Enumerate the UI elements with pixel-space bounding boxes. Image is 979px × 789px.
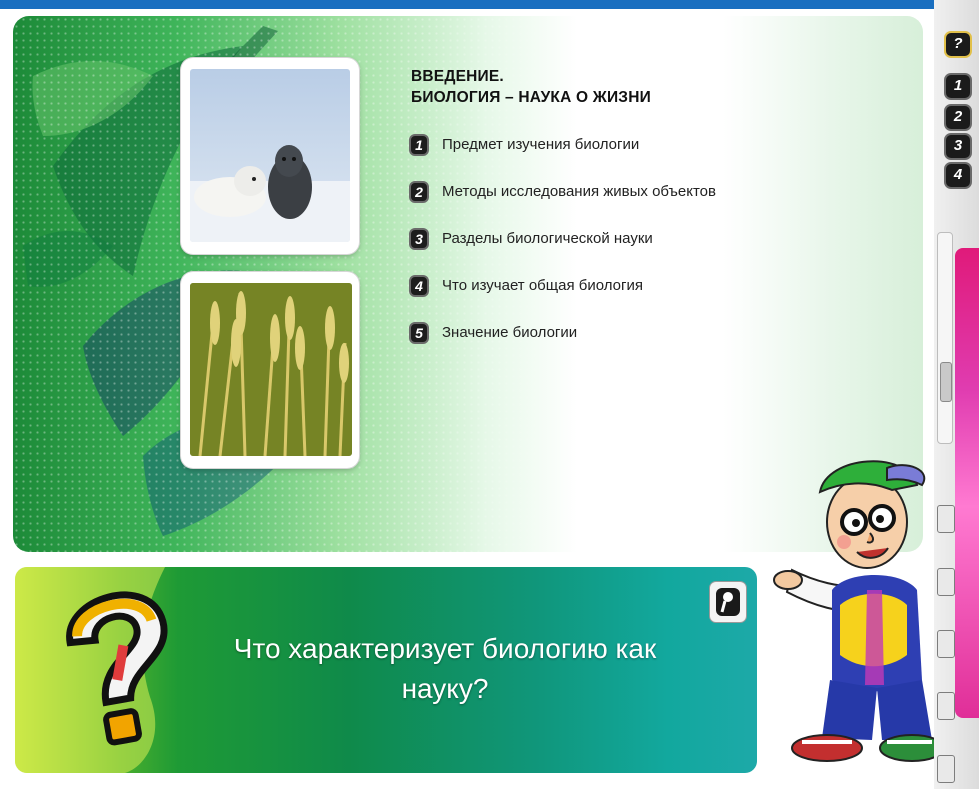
toolbar-button-3[interactable]: 3 [944, 133, 972, 160]
cartoon-professor-mascot [773, 460, 945, 762]
toolbar-button-1[interactable]: 1 [944, 73, 972, 100]
help-button[interactable]: ? [944, 31, 972, 58]
topic-label-5[interactable]: Значение биологии [442, 324, 577, 341]
lesson-title-line-1: ВВЕДЕНИЕ. [411, 68, 504, 85]
topic-number-3-icon[interactable]: 3 [409, 228, 429, 250]
side-nav-button-5[interactable] [937, 755, 955, 783]
topic-label-2[interactable]: Методы исследования живых объектов [442, 183, 716, 200]
top-blue-bar [0, 0, 979, 9]
seal-pups-photo [190, 69, 350, 242]
side-decorative-strip [955, 248, 979, 718]
scrollbar-track[interactable] [937, 232, 953, 444]
topic-label-4[interactable]: Что изучает общая биология [442, 277, 643, 294]
microphone-icon [716, 588, 740, 616]
seal-photo-card [181, 58, 359, 254]
topic-number-2-icon[interactable]: 2 [409, 181, 429, 203]
lesson-title: ВВЕДЕНИЕ. БИОЛОГИЯ – НАУКА О ЖИЗНИ [411, 66, 651, 108]
wheat-field-photo [190, 283, 352, 456]
side-nav-button-3[interactable] [937, 630, 955, 658]
topic-label-3[interactable]: Разделы биологической науки [442, 230, 653, 247]
topic-number-5-icon[interactable]: 5 [409, 322, 429, 344]
question-text: Что характеризует биологию как науку? [233, 633, 657, 704]
topic-number-4-icon[interactable]: 4 [409, 275, 429, 297]
toolbar-button-4[interactable]: 4 [944, 162, 972, 189]
wheat-photo-card [181, 272, 359, 468]
topic-label-1[interactable]: Предмет изучения биологии [442, 136, 639, 153]
scrollbar-thumb[interactable] [940, 362, 952, 402]
lesson-title-line-2: БИОЛОГИЯ – НАУКА О ЖИЗНИ [411, 89, 651, 106]
microphone-button[interactable] [710, 582, 746, 622]
side-nav-button-1[interactable] [937, 505, 955, 533]
topic-number-1-icon[interactable]: 1 [409, 134, 429, 156]
side-nav-button-2[interactable] [937, 568, 955, 596]
toolbar-button-2[interactable]: 2 [944, 104, 972, 131]
question-banner: Что характеризует биологию как науку? [15, 567, 757, 773]
side-nav-button-4[interactable] [937, 692, 955, 720]
question-mark-graphic [15, 567, 168, 773]
